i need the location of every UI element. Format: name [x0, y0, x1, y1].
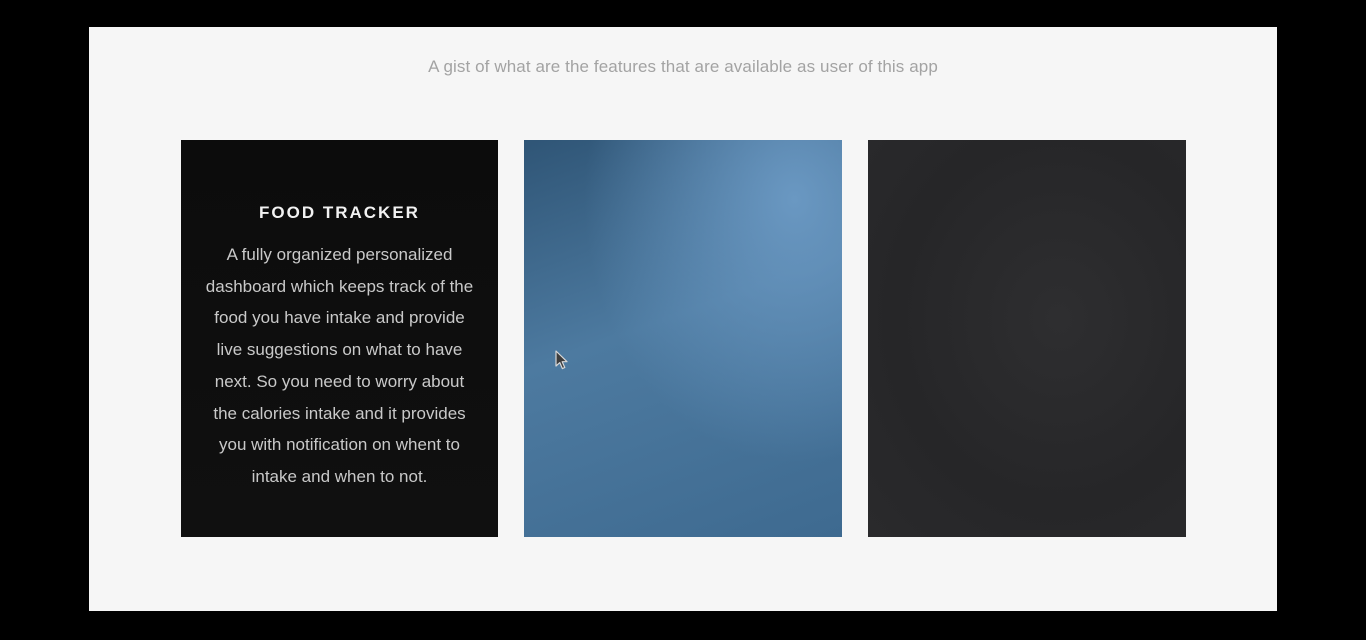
feature-card-3[interactable] [868, 140, 1186, 537]
feature-card-title: FOOD TRACKER [259, 203, 420, 222]
feature-card-2[interactable] [524, 140, 842, 537]
features-section: A gist of what are the features that are… [89, 27, 1277, 611]
screen: A gist of what are the features that are… [0, 0, 1366, 640]
mouse-pointer-icon [555, 350, 568, 370]
feature-card-description: A fully organized personalized dashboard… [205, 245, 474, 486]
feature-card-food-tracker[interactable]: FOOD TRACKER A fully organized personali… [181, 140, 498, 537]
section-subtitle: A gist of what are the features that are… [428, 57, 938, 76]
